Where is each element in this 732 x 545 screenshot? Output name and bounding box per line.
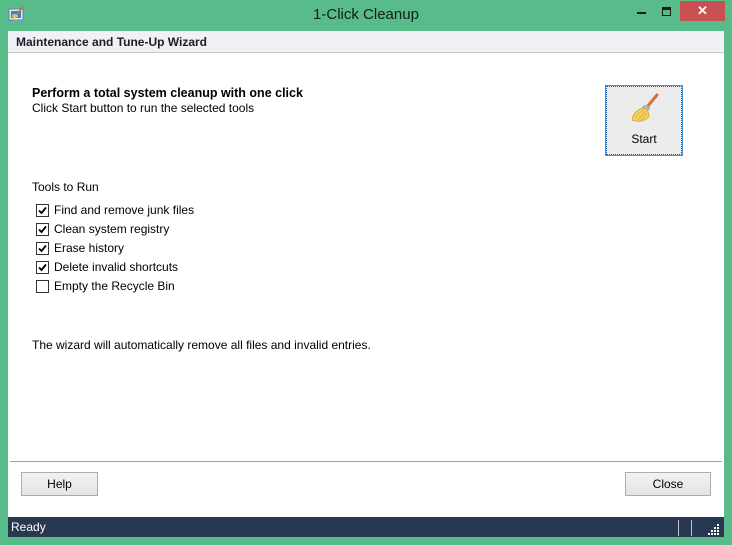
intro-subline: Click Start button to run the selected t… — [32, 101, 255, 115]
checkbox[interactable] — [36, 223, 49, 236]
start-button-label: Start — [631, 132, 657, 146]
checkbox[interactable] — [36, 280, 49, 293]
tool-label: Erase history — [54, 241, 125, 255]
check-icon — [38, 263, 47, 272]
tool-label: Empty the Recycle Bin — [54, 279, 175, 293]
status-divider — [691, 520, 692, 536]
start-button[interactable]: Start — [605, 85, 683, 156]
tool-label: Clean system registry — [54, 222, 170, 236]
info-text: The wizard will automatically remove all… — [32, 338, 371, 352]
title-bar: 1-Click Cleanup ✕ — [0, 0, 732, 31]
status-text: Ready — [11, 520, 46, 534]
close-window-button[interactable]: ✕ — [680, 1, 725, 21]
window-title: 1-Click Cleanup — [313, 6, 419, 23]
wizard-title: Maintenance and Tune-Up Wizard — [16, 35, 208, 49]
status-divider — [678, 520, 679, 536]
help-button[interactable]: Help — [21, 472, 98, 496]
resize-grip-icon[interactable] — [708, 523, 720, 535]
checkbox[interactable] — [36, 204, 49, 217]
checkbox[interactable] — [36, 242, 49, 255]
check-icon — [38, 206, 47, 215]
check-icon — [38, 244, 47, 253]
check-icon — [38, 225, 47, 234]
separator — [10, 461, 722, 462]
status-bar: Ready — [8, 517, 724, 537]
tool-label: Delete invalid shortcuts — [54, 260, 179, 274]
tool-label: Find and remove junk files — [54, 203, 195, 217]
checkbox[interactable] — [36, 261, 49, 274]
wizard-client-area: Maintenance and Tune-Up Wizard Perform a… — [8, 31, 724, 537]
broom-icon — [631, 93, 659, 122]
tools-to-run-label: Tools to Run — [32, 180, 99, 194]
wizard-header: Maintenance and Tune-Up Wizard — [8, 31, 724, 53]
close-button[interactable]: Close — [625, 472, 711, 496]
intro-headline: Perform a total system cleanup with one … — [32, 86, 303, 100]
